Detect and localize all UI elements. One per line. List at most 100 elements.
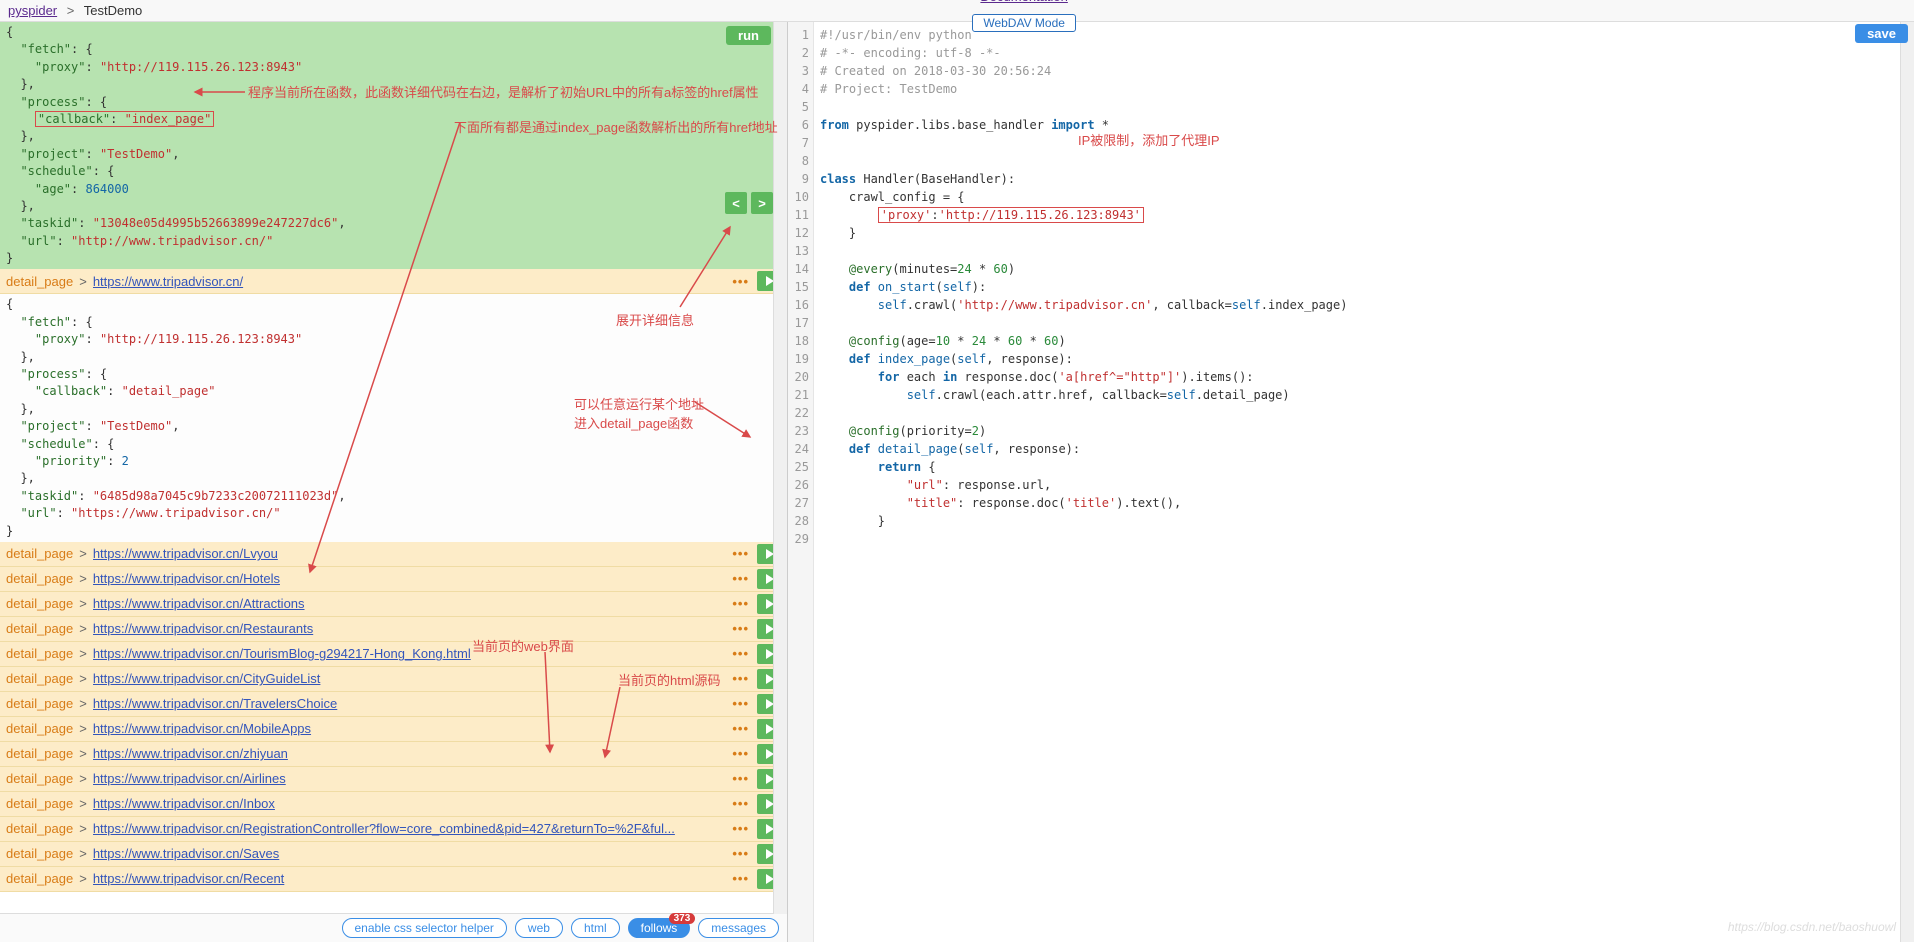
result-url-link[interactable]: https://www.tripadvisor.cn/Inbox	[93, 796, 725, 811]
result-url-link[interactable]: https://www.tripadvisor.cn/RegistrationC…	[93, 821, 725, 836]
result-row: detail_page > https://www.tripadvisor.cn/L…	[0, 542, 787, 567]
expand-icon[interactable]: •••	[732, 721, 749, 736]
task-json-expanded: { "fetch": { "proxy": "http://119.115.26…	[0, 294, 787, 541]
web-tab-button[interactable]: web	[515, 918, 563, 938]
callback-label: detail_page	[6, 821, 73, 836]
expand-icon[interactable]: •••	[732, 696, 749, 711]
expand-icon[interactable]: •••	[732, 796, 749, 811]
row-sep: >	[79, 821, 87, 836]
result-url-link[interactable]: https://www.tripadvisor.cn/Saves	[93, 846, 725, 861]
result-url-link[interactable]: https://www.tripadvisor.cn/zhiyuan	[93, 746, 725, 761]
code-editor[interactable]: #!/usr/bin/env python # -*- encoding: ut…	[814, 22, 1900, 942]
callback-label: detail_page	[6, 696, 73, 711]
result-row: detail_page > https://www.tripadvisor.cn/H…	[0, 567, 787, 592]
row-sep: >	[79, 274, 87, 289]
callback-label: detail_page	[6, 846, 73, 861]
result-url-link[interactable]: https://www.tripadvisor.cn/	[93, 274, 725, 289]
callback-label: detail_page	[6, 671, 73, 686]
result-row: detail_page > https://www.tripadvisor.cn/R…	[0, 617, 787, 642]
watermark: https://blog.csdn.net/baoshuowl	[1728, 920, 1896, 934]
follows-count-badge: 373	[669, 913, 696, 924]
follows-tab-button[interactable]: follows373	[628, 918, 691, 938]
breadcrumb: pyspider > TestDemo	[8, 3, 142, 18]
result-url-link[interactable]: https://www.tripadvisor.cn/Restaurants	[93, 621, 725, 636]
expand-icon[interactable]: •••	[732, 274, 749, 289]
html-tab-button[interactable]: html	[571, 918, 620, 938]
result-row: detail_page > https://www.tripadvisor.cn/C…	[0, 667, 787, 692]
expand-icon[interactable]: •••	[732, 671, 749, 686]
callback-label: detail_page	[6, 721, 73, 736]
row-sep: >	[79, 671, 87, 686]
breadcrumb-root[interactable]: pyspider	[8, 3, 57, 18]
expand-icon[interactable]: •••	[732, 771, 749, 786]
run-button[interactable]: run	[726, 26, 771, 45]
task-json-current: { "fetch": { "proxy": "http://119.115.26…	[0, 22, 787, 269]
result-url-link[interactable]: https://www.tripadvisor.cn/Lvyou	[93, 546, 725, 561]
row-sep: >	[79, 596, 87, 611]
callback-label: detail_page	[6, 596, 73, 611]
row-sep: >	[79, 721, 87, 736]
result-url-link[interactable]: https://www.tripadvisor.cn/TravelersChoi…	[93, 696, 725, 711]
breadcrumb-project: TestDemo	[84, 3, 143, 18]
left-scrollbar[interactable]	[773, 22, 787, 914]
result-row: detail_page > https://www.tripadvisor.cn/R…	[0, 867, 787, 892]
result-row: detail_page>https://www.tripadvisor.cn/A…	[0, 767, 787, 792]
history-nav: < >	[725, 192, 773, 214]
expand-icon[interactable]: •••	[732, 821, 749, 836]
result-url-link[interactable]: https://www.tripadvisor.cn/Hotels	[93, 571, 725, 586]
right-scrollbar[interactable]	[1900, 22, 1914, 942]
row-sep: >	[79, 871, 87, 886]
callback-label: detail_page	[6, 746, 73, 761]
left-panel: run { "fetch": { "proxy": "http://119.11…	[0, 22, 788, 942]
result-list: detail_page > https://www.tripadvisor.cn/L…	[0, 542, 787, 892]
result-row: detail_page > https://www.tripadvisor.cn/A…	[0, 592, 787, 617]
right-panel: save 1 2 3 4 5 6 7 8 9 10 11 12 13 14 15…	[788, 22, 1914, 942]
row-sep: >	[79, 571, 87, 586]
expand-icon[interactable]: •••	[732, 596, 749, 611]
forward-button[interactable]: >	[751, 192, 773, 214]
result-url-link[interactable]: https://www.tripadvisor.cn/MobileApps	[93, 721, 725, 736]
result-url-link[interactable]: https://www.tripadvisor.cn/Recent	[93, 871, 725, 886]
top-bar: pyspider > TestDemo Documentation WebDAV…	[0, 0, 1914, 22]
callback-label: detail_page	[6, 871, 73, 886]
line-gutter: 1 2 3 4 5 6 7 8 9 10 11 12 13 14 15 16 1…	[788, 22, 814, 942]
expand-icon[interactable]: •••	[732, 746, 749, 761]
expand-icon[interactable]: •••	[732, 846, 749, 861]
expand-icon[interactable]: •••	[732, 871, 749, 886]
callback-label: detail_page	[6, 621, 73, 636]
result-row: detail_page > https://www.tripadvisor.cn/T…	[0, 642, 787, 667]
callback-label: detail_page	[6, 796, 73, 811]
row-sep: >	[79, 846, 87, 861]
row-sep: >	[79, 621, 87, 636]
callback-label: detail_page	[6, 571, 73, 586]
result-url-link[interactable]: https://www.tripadvisor.cn/Attractions	[93, 596, 725, 611]
row-sep: >	[79, 746, 87, 761]
result-row: detail_page>https://www.tripadvisor.cn/I…	[0, 792, 787, 817]
result-row: detail_page > https://www.tripadvisor.cn…	[0, 269, 787, 294]
row-sep: >	[79, 646, 87, 661]
result-row: detail_page > https://www.tripadvisor.cn/T…	[0, 692, 787, 717]
result-url-link[interactable]: https://www.tripadvisor.cn/TourismBlog-g…	[93, 646, 725, 661]
row-sep: >	[79, 546, 87, 561]
messages-tab-button[interactable]: messages	[698, 918, 779, 938]
css-helper-button[interactable]: enable css selector helper	[342, 918, 507, 938]
callback-label: detail_page	[6, 546, 73, 561]
result-row: detail_page > https://www.tripadvisor.cn/z…	[0, 742, 787, 767]
result-row: detail_page > https://www.tripadvisor.cn/M…	[0, 717, 787, 742]
row-sep: >	[79, 696, 87, 711]
bottom-toolbar: enable css selector helper web html foll…	[0, 913, 787, 942]
callback-label: detail_page	[6, 274, 73, 289]
documentation-link[interactable]: Documentation	[980, 0, 1067, 4]
callback-label: detail_page	[6, 646, 73, 661]
expand-icon[interactable]: •••	[732, 546, 749, 561]
save-button[interactable]: save	[1855, 24, 1908, 43]
back-button[interactable]: <	[725, 192, 747, 214]
expand-icon[interactable]: •••	[732, 646, 749, 661]
expand-icon[interactable]: •••	[732, 571, 749, 586]
breadcrumb-sep: >	[67, 3, 75, 18]
result-row: detail_page > https://www.tripadvisor.cn/R…	[0, 817, 787, 842]
result-url-link[interactable]: https://www.tripadvisor.cn/CityGuideList	[93, 671, 725, 686]
result-url-link[interactable]: https://www.tripadvisor.cn/Airlines	[93, 771, 725, 786]
expand-icon[interactable]: •••	[732, 621, 749, 636]
row-sep: >	[79, 771, 87, 786]
